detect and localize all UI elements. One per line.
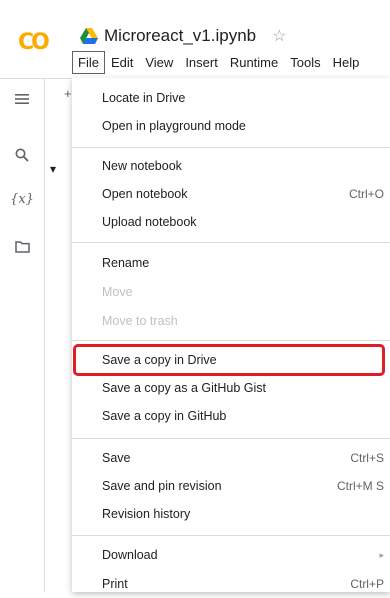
menu-item-revision-history[interactable]: Revision history (72, 500, 390, 528)
google-drive-icon[interactable] (80, 28, 98, 44)
logo-text: CO (18, 30, 50, 55)
menu-item-save-copy-github[interactable]: Save a copy in GitHub (72, 402, 390, 430)
menu-item-move: Move (102, 285, 133, 299)
menu-item-move-to-trash: Move to trash (102, 314, 178, 328)
notebook-title[interactable]: Microreact_v1.ipynb (104, 26, 256, 46)
table-of-contents-icon[interactable] (0, 92, 44, 109)
star-icon[interactable]: ☆ (272, 26, 286, 46)
menu-item-rename[interactable]: Rename (72, 249, 390, 277)
menu-divider (72, 147, 390, 148)
menu-divider (72, 242, 390, 243)
menu-item-save-and-pin-revision[interactable]: Save and pin revision Ctrl+M S (72, 472, 390, 500)
folder-icon[interactable] (0, 240, 44, 257)
menu-item-download[interactable]: Download ▸ (72, 541, 390, 569)
menu-help[interactable]: Help (327, 51, 366, 74)
file-menu: Locate in Drive Open in playground mode … (72, 78, 390, 592)
menu-item-save-copy-github-gist[interactable]: Save a copy as a GitHub Gist (72, 374, 390, 402)
search-icon[interactable] (0, 148, 44, 166)
add-button-fragment[interactable]: + (64, 86, 72, 101)
menu-item-locate-in-drive[interactable]: Locate in Drive (72, 84, 390, 112)
menu-item-upload-notebook[interactable]: Upload notebook (72, 208, 390, 236)
submenu-arrow-icon: ▸ (379, 549, 384, 560)
colab-logo[interactable]: CO (18, 30, 50, 55)
menu-file[interactable]: File (72, 50, 105, 74)
menu-divider (72, 535, 390, 536)
variables-icon[interactable]: {x} (0, 192, 44, 207)
menu-item-open-notebook[interactable]: Open notebook Ctrl+O (72, 180, 390, 208)
menu-insert[interactable]: Insert (179, 51, 224, 74)
menu-view[interactable]: View (139, 51, 179, 74)
menu-item-new-notebook[interactable]: New notebook (72, 152, 390, 180)
menu-tools[interactable]: Tools (284, 51, 326, 74)
menu-runtime[interactable]: Runtime (224, 51, 284, 74)
menu-item-save[interactable]: Save Ctrl+S (72, 444, 390, 472)
title-bar: Microreact_v1.ipynb ☆ (80, 24, 286, 48)
menu-edit[interactable]: Edit (105, 51, 139, 74)
left-sidebar: {x} (0, 78, 45, 592)
menu-item-print[interactable]: Print Ctrl+P (72, 570, 390, 598)
collapse-arrow-fragment[interactable]: ▾ (50, 162, 56, 176)
menu-divider (72, 438, 390, 439)
menu-divider (72, 340, 390, 341)
menu-item-open-in-playground[interactable]: Open in playground mode (72, 112, 390, 140)
menu-bar: File Edit View Insert Runtime Tools Help (72, 48, 390, 76)
highlight-box (73, 344, 385, 376)
